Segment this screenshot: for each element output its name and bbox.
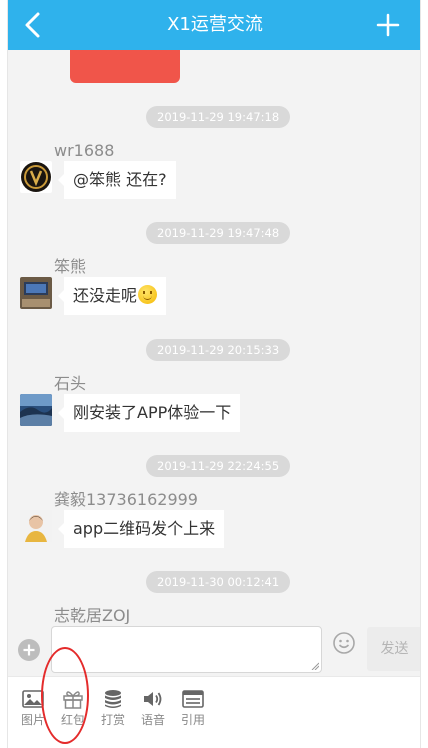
sender-name: 笨熊 bbox=[54, 257, 87, 276]
timestamp: 2019-11-29 20:15:33 bbox=[146, 339, 291, 361]
quote-label: 引用 bbox=[180, 713, 205, 727]
timestamp: 2019-11-29 19:47:48 bbox=[146, 222, 291, 244]
voice-label: 语音 bbox=[140, 713, 165, 727]
chat-message: 志乾居ZOJ bbox=[8, 606, 420, 624]
voice-button[interactable]: 语音 bbox=[133, 689, 173, 727]
chat-message: 笨熊 还没走呢 bbox=[8, 257, 420, 327]
speaker-icon bbox=[144, 692, 162, 706]
timestamp: 2019-11-29 19:47:18 bbox=[146, 106, 291, 128]
page-title: X1运营交流 bbox=[167, 14, 263, 35]
timestamp: 2019-11-29 22:24:55 bbox=[146, 455, 291, 477]
message-input[interactable] bbox=[51, 626, 322, 673]
chat-history[interactable]: 2019-11-29 19:47:18 wr1688 @笨熊 还在? 2019-… bbox=[8, 50, 420, 624]
plus-icon[interactable] bbox=[372, 9, 404, 41]
message-bubble[interactable]: 刚安装了APP体验一下 bbox=[57, 394, 241, 432]
chat-message: 龚毅13736162999 app二维码发个上来 bbox=[8, 490, 420, 560]
highlight-circle-annotation bbox=[41, 647, 89, 744]
smiling-face-emoji-icon bbox=[138, 285, 158, 304]
reward-button[interactable]: 打赏 bbox=[93, 689, 133, 727]
avatar[interactable] bbox=[20, 394, 52, 426]
message-text: 还没走呢 bbox=[73, 286, 138, 305]
sender-name: 志乾居ZOJ bbox=[54, 606, 131, 624]
send-button[interactable]: 发送 bbox=[367, 627, 420, 671]
message-bubble[interactable]: app二维码发个上来 bbox=[57, 510, 225, 548]
reward-label: 打赏 bbox=[100, 713, 125, 727]
emoji-smile-icon[interactable] bbox=[332, 631, 356, 655]
sender-name: wr1688 bbox=[54, 141, 115, 160]
avatar[interactable] bbox=[20, 510, 52, 542]
quote-button[interactable]: 引用 bbox=[173, 689, 213, 727]
sender-name: 石头 bbox=[54, 374, 87, 393]
chat-message: 石头 刚安装了APP体验一下 bbox=[8, 374, 420, 444]
coins-stack-icon bbox=[105, 690, 121, 708]
add-circle-icon[interactable] bbox=[17, 638, 41, 662]
app-frame: X1运营交流 2019-11-29 19:47:18 wr1688 @笨熊 还在… bbox=[7, 0, 421, 748]
avatar[interactable] bbox=[20, 277, 52, 309]
avatar[interactable] bbox=[20, 161, 52, 193]
chat-message: wr1688 @笨熊 还在? bbox=[8, 141, 420, 211]
red-packet-message[interactable] bbox=[70, 50, 180, 83]
header-bar: X1运营交流 bbox=[8, 0, 420, 50]
sender-name: 龚毅13736162999 bbox=[54, 490, 198, 509]
resize-grip-icon[interactable] bbox=[311, 662, 319, 670]
timestamp: 2019-11-30 00:12:41 bbox=[146, 571, 291, 593]
list-icon bbox=[182, 690, 204, 708]
message-bubble[interactable]: @笨熊 还在? bbox=[58, 161, 176, 199]
message-bubble[interactable]: 还没走呢 bbox=[57, 277, 167, 315]
